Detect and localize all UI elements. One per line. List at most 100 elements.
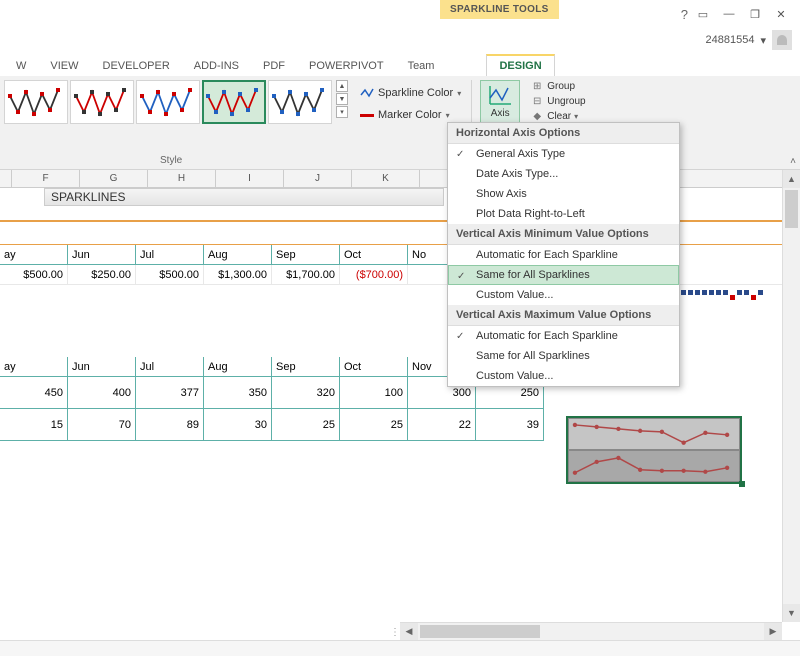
check-icon: ✓ (456, 149, 464, 160)
selection-handle[interactable] (739, 481, 745, 487)
cell[interactable]: 30 (204, 409, 272, 441)
style-thumb-selected[interactable] (202, 80, 266, 124)
col-header[interactable]: G (80, 170, 148, 187)
menu-max-auto[interactable]: ✓Automatic for Each Sparkline (448, 326, 679, 346)
ungroup-button[interactable]: ⊟Ungroup (528, 95, 587, 108)
gallery-down-icon[interactable]: ▼ (336, 93, 348, 105)
cell[interactable]: 450 (0, 377, 68, 409)
cell[interactable]: Aug (204, 245, 272, 265)
gallery-more-icon[interactable]: ▾ (336, 106, 348, 118)
menu-label: Automatic for Each Sparkline (476, 330, 618, 342)
group-label: Group (547, 81, 575, 92)
restore-button[interactable]: ❐ (742, 4, 768, 24)
cell[interactable]: 22 (408, 409, 476, 441)
cell[interactable]: $1,300.00 (204, 265, 272, 284)
cell[interactable]: 350 (204, 377, 272, 409)
col-header[interactable]: F (12, 170, 80, 187)
menu-label: Custom Value... (476, 370, 553, 382)
tab-view[interactable]: VIEW (38, 56, 90, 76)
account-bar: 24881554 ▾ (0, 28, 800, 52)
style-thumb-1[interactable] (4, 80, 68, 124)
axis-label: Axis (491, 108, 510, 119)
cell[interactable]: Jun (68, 357, 136, 377)
cell[interactable]: 377 (136, 377, 204, 409)
scroll-left-icon[interactable]: ◀ (400, 623, 418, 640)
cell[interactable]: 320 (272, 377, 340, 409)
col-header[interactable]: I (216, 170, 284, 187)
cell[interactable]: Oct (340, 357, 408, 377)
cell[interactable]: ($700.00) (340, 265, 408, 284)
cell[interactable]: ay (0, 245, 68, 265)
group-button[interactable]: ⊞Group (528, 80, 587, 93)
menu-general-axis[interactable]: ✓ General Axis Type (448, 144, 679, 164)
tab-powerpivot[interactable]: POWERPIVOT (297, 56, 396, 76)
ribbon-display-options-icon[interactable]: ▭ (690, 4, 716, 24)
check-icon: ✓ (457, 271, 465, 282)
cell[interactable]: 70 (68, 409, 136, 441)
cell[interactable]: $1,700.00 (272, 265, 340, 284)
scroll-right-icon[interactable]: ▶ (764, 623, 782, 640)
cell[interactable]: Sep (272, 245, 340, 265)
scroll-thumb[interactable] (785, 190, 798, 228)
cell[interactable]: Sep (272, 357, 340, 377)
style-thumb-5[interactable] (268, 80, 332, 124)
style-thumb-2[interactable] (70, 80, 134, 124)
scroll-up-icon[interactable]: ▲ (783, 170, 800, 188)
cell[interactable]: Jun (68, 245, 136, 265)
sparkline-color-button[interactable]: Sparkline Color ▾ (360, 82, 461, 104)
cell[interactable]: ay (0, 357, 68, 377)
cell[interactable]: 25 (272, 409, 340, 441)
col-header[interactable]: H (148, 170, 216, 187)
tab-team[interactable]: Team (396, 56, 447, 76)
cell[interactable]: Jul (136, 357, 204, 377)
cell[interactable]: 15 (0, 409, 68, 441)
menu-plot-rtl[interactable]: Plot Data Right-to-Left (448, 204, 679, 224)
gallery-scroll[interactable]: ▲▼▾ (334, 80, 348, 118)
cell[interactable]: $250.00 (68, 265, 136, 284)
account-name[interactable]: 24881554 (706, 34, 755, 46)
sparklines-title: SPARKLINES (44, 188, 444, 206)
menu-min-same[interactable]: ✓Same for All Sparklines (448, 265, 679, 285)
account-caret-icon[interactable]: ▾ (760, 34, 766, 47)
col-header[interactable]: K (352, 170, 420, 187)
scroll-down-icon[interactable]: ▼ (783, 604, 800, 622)
tab-design[interactable]: DESIGN (486, 54, 554, 76)
sparkline-cell-1 (568, 418, 740, 450)
tab-pdf[interactable]: PDF (251, 56, 297, 76)
vertical-scrollbar[interactable]: ▲ ▼ (782, 170, 800, 622)
menu-header-max: Vertical Axis Maximum Value Options (448, 305, 679, 326)
menu-header-horizontal: Horizontal Axis Options (448, 123, 679, 144)
cell[interactable]: 89 (136, 409, 204, 441)
col-header[interactable]: J (284, 170, 352, 187)
menu-label: General Axis Type (476, 148, 565, 160)
cell[interactable]: Aug (204, 357, 272, 377)
menu-show-axis[interactable]: Show Axis (448, 184, 679, 204)
cell[interactable]: 400 (68, 377, 136, 409)
tab-w[interactable]: W (4, 56, 38, 76)
minimize-button[interactable]: — (716, 4, 742, 24)
menu-min-custom[interactable]: Custom Value... (448, 285, 679, 305)
cell[interactable]: 39 (476, 409, 544, 441)
cell[interactable]: Oct (340, 245, 408, 265)
help-icon[interactable]: ? (681, 7, 688, 22)
cell[interactable]: $500.00 (136, 265, 204, 284)
horizontal-scrollbar[interactable]: ◀ ▶ (400, 622, 782, 640)
menu-min-auto[interactable]: Automatic for Each Sparkline (448, 245, 679, 265)
menu-date-axis[interactable]: Date Axis Type... (448, 164, 679, 184)
gallery-up-icon[interactable]: ▲ (336, 80, 348, 92)
cell[interactable]: 25 (340, 409, 408, 441)
collapse-ribbon-icon[interactable]: ˄ (790, 156, 796, 167)
col-header-stub[interactable] (0, 170, 12, 187)
avatar[interactable] (772, 30, 792, 50)
close-button[interactable]: ✕ (768, 4, 794, 24)
style-thumb-3[interactable] (136, 80, 200, 124)
cell[interactable]: $500.00 (0, 265, 68, 284)
tab-addins[interactable]: ADD-INS (182, 56, 251, 76)
menu-max-same[interactable]: Same for All Sparklines (448, 346, 679, 366)
sparkline-cell-2 (568, 450, 740, 482)
tab-developer[interactable]: DEVELOPER (91, 56, 182, 76)
cell[interactable]: Jul (136, 245, 204, 265)
scroll-thumb[interactable] (420, 625, 540, 638)
cell[interactable]: 100 (340, 377, 408, 409)
menu-max-custom[interactable]: Custom Value... (448, 366, 679, 386)
